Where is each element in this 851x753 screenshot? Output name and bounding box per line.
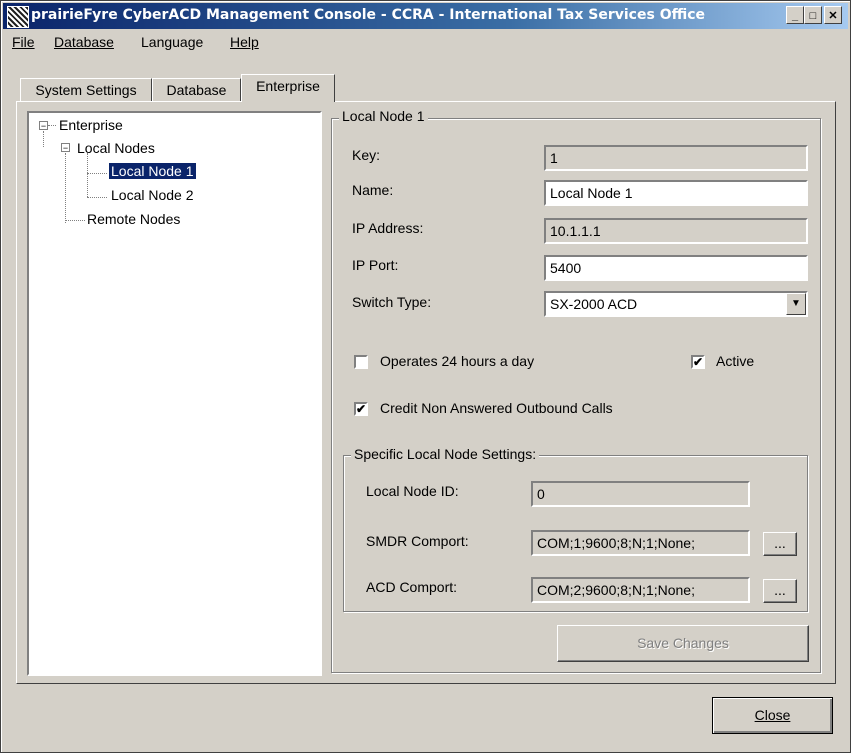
acd-browse-button[interactable]: ... [763,579,797,603]
key-field: 1 [544,145,808,171]
local-node-id-label: Local Node ID: [366,483,459,499]
smdr-browse-button[interactable]: ... [763,532,797,556]
local-node-id-field: 0 [531,481,750,507]
smdr-comport-field: COM;1;9600;8;N;1;None; [531,530,750,556]
tree-line [87,153,88,197]
tree-item-local-node-1[interactable]: Local Node 1 [109,163,196,179]
app-icon [7,6,29,28]
collapse-local-nodes-icon[interactable]: − [61,143,70,153]
window-title: prairieFyre CyberACD Management Console … [31,7,705,23]
tree-line [87,173,107,174]
credit-outbound-checkbox[interactable]: ✔ [354,402,368,416]
switch-type-label: Switch Type: [352,294,432,310]
collapse-enterprise-icon[interactable]: − [39,121,48,131]
tree-item-enterprise[interactable]: Enterprise [59,117,123,133]
name-label: Name: [352,182,394,198]
maximize-button[interactable]: □ [804,6,822,24]
tab-system-settings[interactable]: System Settings [20,78,152,102]
menu-help[interactable]: Help [230,34,259,50]
acd-comport-field: COM;2;9600;8;N;1;None; [531,577,750,603]
ip-address-field: 10.1.1.1 [544,218,808,244]
menu-database[interactable]: Database [54,34,114,50]
chevron-down-icon[interactable]: ▼ [786,293,806,315]
active-checkbox[interactable]: ✔ [691,355,705,369]
title-bar[interactable]: prairieFyre CyberACD Management Console … [3,3,848,29]
switch-type-value: SX-2000 ACD [550,296,638,312]
tree-line [87,197,107,198]
enterprise-tree[interactable]: − Enterprise − Local Nodes Local Node 1 … [27,111,322,676]
name-field[interactable]: Local Node 1 [544,180,808,206]
tab-enterprise[interactable]: Enterprise [241,74,335,102]
ip-port-label: IP Port: [352,257,399,273]
credit-outbound-label[interactable]: Credit Non Answered Outbound Calls [380,400,613,416]
save-changes-button[interactable]: Save Changes [557,625,809,662]
tree-line [43,131,44,147]
menu-file[interactable]: File [12,34,35,50]
smdr-comport-label: SMDR Comport: [366,533,469,549]
tree-item-local-nodes[interactable]: Local Nodes [77,140,155,156]
operates-24h-checkbox[interactable] [354,355,368,369]
close-button[interactable]: Close [712,697,833,734]
tree-line [48,125,56,126]
ip-port-field[interactable]: 5400 [544,255,808,281]
acd-comport-label: ACD Comport: [366,579,458,595]
tree-item-local-node-2[interactable]: Local Node 2 [111,187,194,203]
specific-settings-title: Specific Local Node Settings: [351,446,540,462]
tree-item-remote-nodes[interactable]: Remote Nodes [87,211,180,227]
tab-database[interactable]: Database [152,78,241,102]
close-window-button[interactable]: ✕ [824,6,842,24]
tree-line [65,220,85,221]
local-node-group-title: Local Node 1 [339,108,428,124]
menu-language[interactable]: Language [141,34,203,50]
ip-address-label: IP Address: [352,220,424,236]
switch-type-select[interactable]: SX-2000 ACD ▼ [544,291,808,317]
operates-24h-label[interactable]: Operates 24 hours a day [380,353,534,369]
tree-line [65,153,66,223]
active-label[interactable]: Active [716,353,754,369]
key-label: Key: [352,147,381,163]
minimize-button[interactable]: _ [786,6,804,24]
